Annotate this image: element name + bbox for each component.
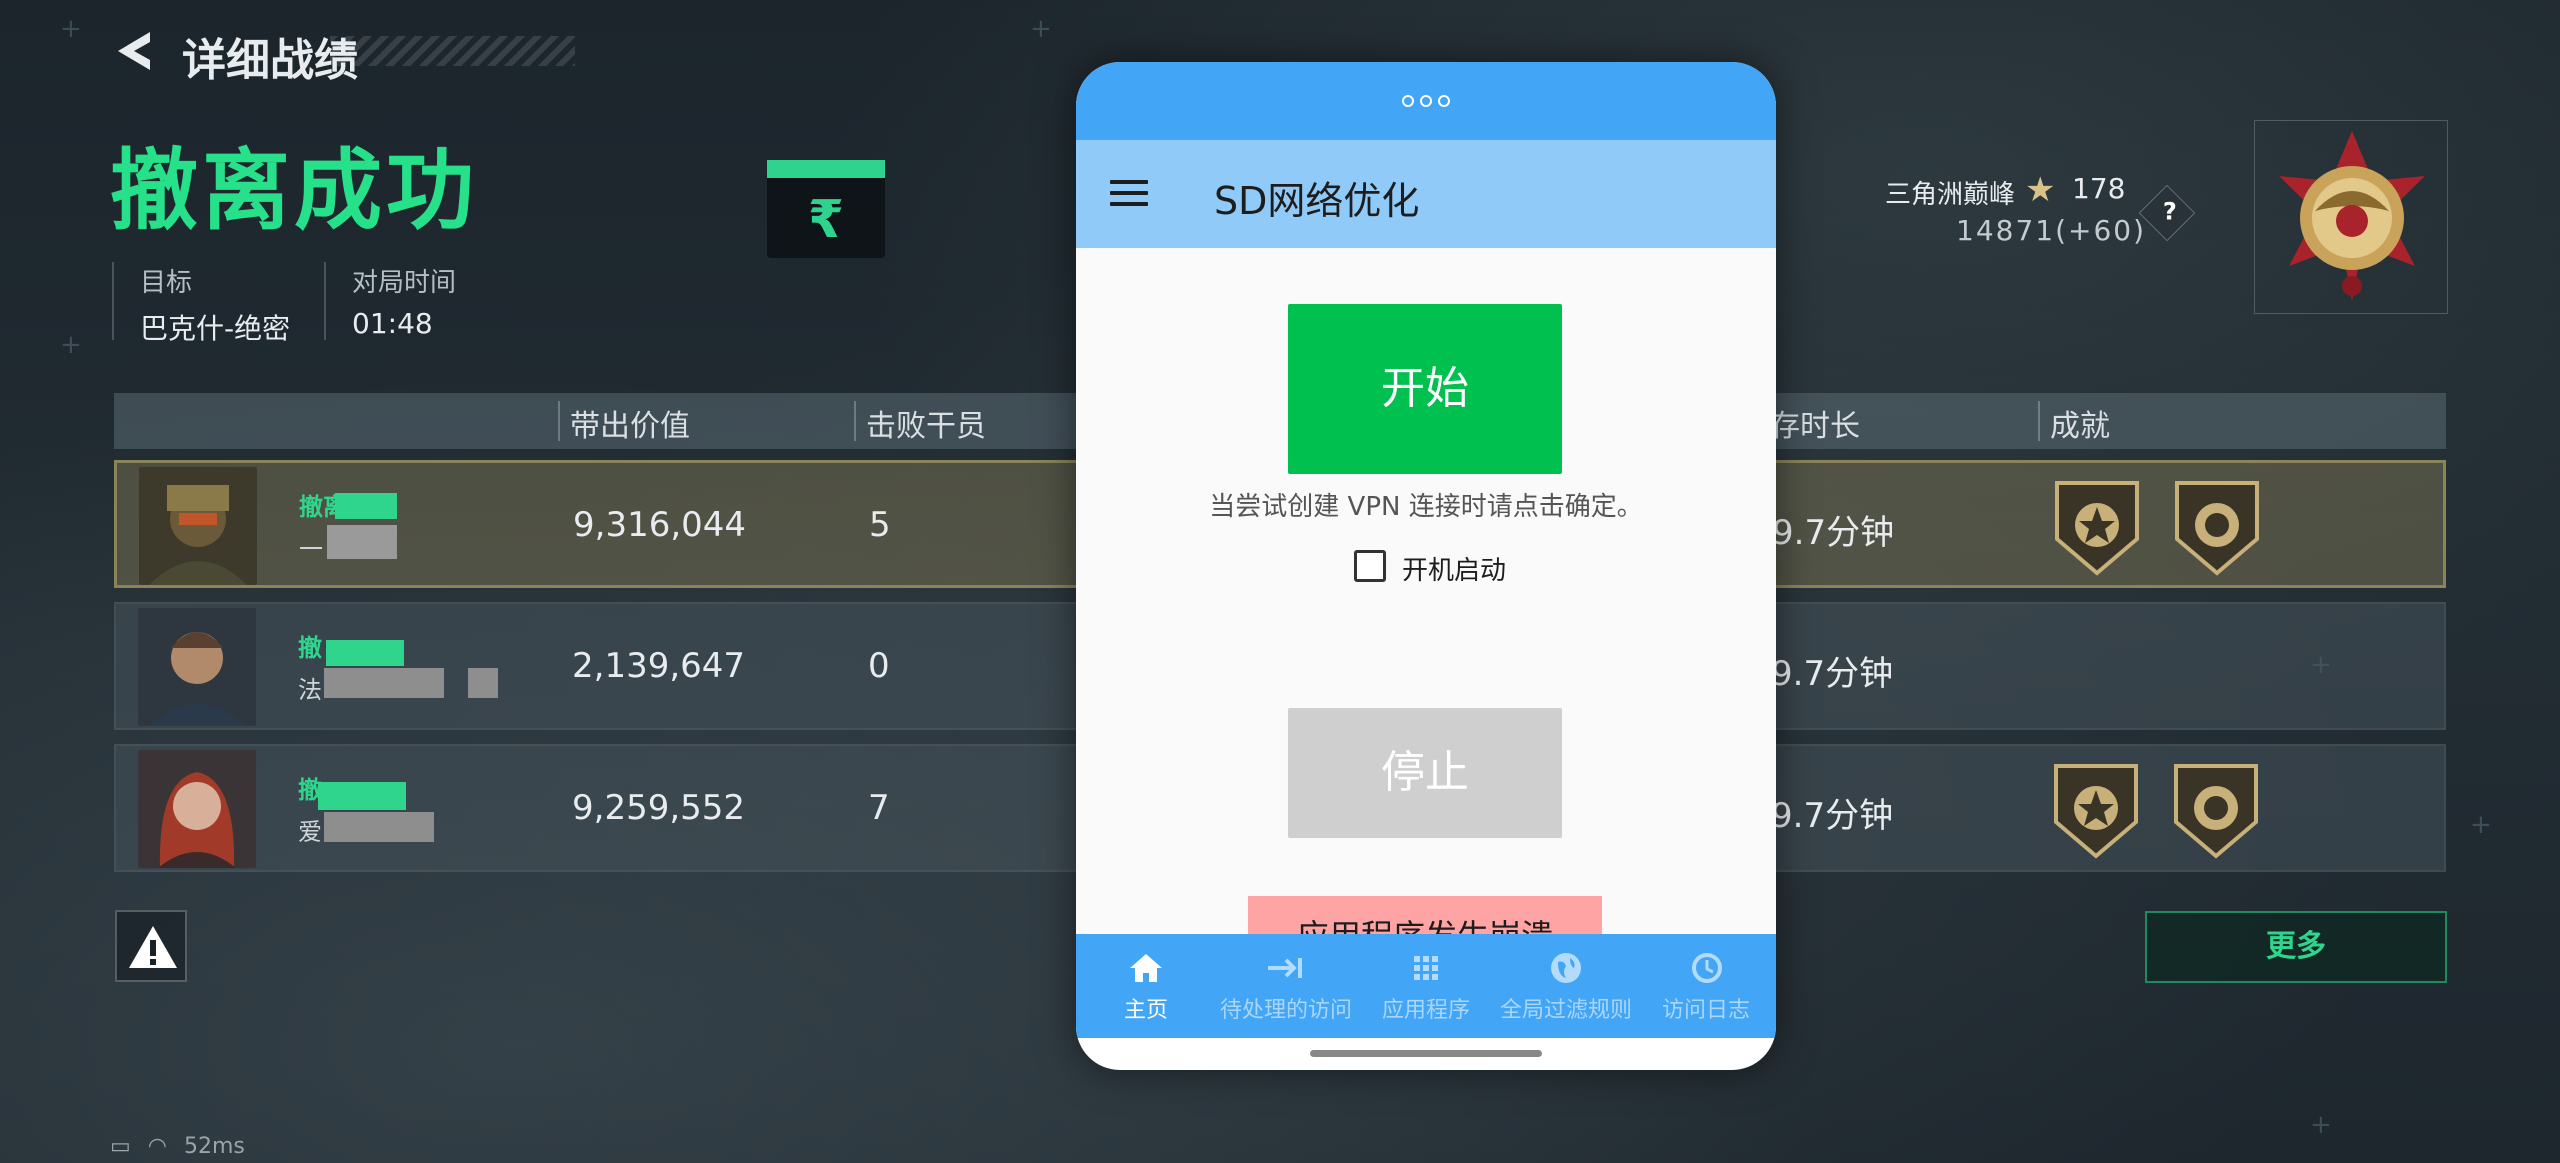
rank-badge[interactable]: [2254, 120, 2448, 314]
ping-value: 52ms: [184, 1134, 245, 1159]
nav-item-apps[interactable]: 应用程序: [1356, 948, 1496, 1024]
censor-block: [326, 640, 404, 666]
more-options-icon[interactable]: [1076, 92, 1776, 111]
header-decoration: [330, 36, 575, 66]
app-title: SD网络优化: [1214, 179, 1420, 223]
back-arrow-icon: [118, 32, 150, 70]
nav-label-access-log: 访问日志: [1661, 998, 1750, 1023]
currency-icon: ₹: [767, 160, 885, 258]
player-avatar: [138, 750, 256, 868]
page-title: 详细战绩: [182, 35, 358, 86]
app-bar: SD网络优化: [1076, 140, 1776, 248]
nav-item-access-log[interactable]: 访问日志: [1636, 948, 1776, 1024]
achievement-medal-icon: [2174, 764, 2258, 859]
autostart-label: 开机启动: [1402, 556, 1507, 586]
player-avatar: [138, 608, 256, 726]
player-name: 一: [299, 535, 323, 563]
target-label: 目标: [140, 268, 193, 298]
crosshair-decoration: +: [2470, 810, 2492, 840]
currency-symbol: ₹: [807, 190, 845, 250]
start-button[interactable]: 开始: [1288, 304, 1562, 474]
player-name: 法: [298, 676, 322, 704]
home-indicator[interactable]: [1310, 1050, 1542, 1057]
wifi-icon: ◠: [147, 1134, 167, 1159]
duration-info: 对局时间 01:48: [324, 262, 456, 340]
rank-label: 三角洲巅峰: [1885, 180, 2016, 210]
menu-icon[interactable]: [1110, 180, 1148, 208]
nav-label-global-rules: 全局过滤规则: [1499, 998, 1632, 1023]
duration-value: 01:48: [352, 307, 433, 340]
vpn-hint-text: 当尝试创建 VPN 连接时请点击确定。: [1209, 492, 1643, 522]
extraction-result-title: 撤离成功: [110, 139, 479, 242]
status-bar: ▭ ◠ 52ms: [110, 1134, 245, 1159]
rank-level: 178: [2072, 172, 2126, 205]
history-icon: [1636, 948, 1776, 988]
crosshair-decoration: +: [1030, 14, 1052, 44]
nav-item-home[interactable]: 主页: [1076, 948, 1216, 1024]
kills-count: 0: [868, 646, 890, 686]
vpn-app-window: SD网络优化 开始 当尝试创建 VPN 连接时请点击确定。 开机启动 停止 应用…: [1076, 62, 1776, 1070]
survival-time: 9.7分钟: [1771, 654, 1894, 694]
player-status-tag: 撤: [298, 634, 322, 662]
censor-block: [335, 493, 397, 519]
nav-item-global-rules[interactable]: 全局过滤规则: [1496, 948, 1636, 1024]
nav-item-pending[interactable]: 待处理的访问: [1216, 948, 1356, 1024]
column-header-value: 带出价值: [558, 401, 690, 444]
kills-count: 7: [868, 788, 890, 828]
rank-score: 14871(+60): [1956, 214, 2147, 247]
crosshair-decoration: +: [60, 14, 82, 44]
censor-block: [468, 668, 498, 698]
back-button[interactable]: [110, 26, 160, 76]
star-icon: ★: [2025, 170, 2056, 210]
bottom-navigation: 主页 待处理的访问 应用程序 全局过滤规则 访问日志: [1076, 934, 1776, 1038]
report-button[interactable]: [115, 910, 187, 982]
globe-icon: [1496, 948, 1636, 988]
extract-value: 9,316,044: [573, 505, 747, 545]
censor-block: [324, 668, 444, 698]
duration-label: 对局时间: [352, 268, 457, 298]
warning-icon: [129, 926, 177, 968]
achievement-medal-icon: [2055, 481, 2139, 576]
achievement-medal-icon: [2054, 764, 2138, 859]
kills-count: 5: [869, 505, 891, 545]
window-top-bar: [1076, 62, 1776, 140]
extract-value: 9,259,552: [572, 788, 746, 828]
nav-label-apps: 应用程序: [1381, 998, 1470, 1023]
more-button[interactable]: 更多: [2145, 911, 2447, 983]
target-info: 目标 巴克什-绝密: [112, 262, 290, 345]
achievement-medal-icon: [2175, 481, 2259, 576]
extract-value: 2,139,647: [572, 646, 746, 686]
apps-grid-icon: [1356, 948, 1496, 988]
player-avatar: [139, 467, 257, 585]
pending-icon: [1216, 948, 1356, 988]
app-content: 开始 当尝试创建 VPN 连接时请点击确定。 开机启动 停止 应用程序发生崩溃: [1076, 248, 1776, 976]
crosshair-decoration: +: [2310, 1110, 2332, 1140]
survival-time: 9.7分钟: [1772, 513, 1895, 553]
player-name: 爱: [298, 818, 322, 846]
column-header-achievements: 成就: [2038, 401, 2110, 444]
home-icon: [1076, 948, 1216, 988]
autostart-checkbox[interactable]: [1354, 550, 1386, 582]
stop-button[interactable]: 停止: [1288, 708, 1562, 838]
survival-time: 9.7分钟: [1771, 796, 1894, 836]
censor-block: [327, 525, 397, 559]
rank-medal-icon: [2279, 131, 2425, 301]
target-value: 巴克什-绝密: [140, 312, 291, 345]
nav-label-pending: 待处理的访问: [1219, 998, 1352, 1023]
column-header-kills: 击败干员: [854, 401, 986, 444]
crosshair-decoration: +: [60, 330, 82, 360]
help-icon: ?: [2162, 197, 2177, 226]
censor-block: [324, 812, 434, 842]
nav-label-home: 主页: [1123, 998, 1168, 1023]
censor-block: [318, 782, 406, 810]
battery-icon: ▭: [110, 1134, 131, 1159]
